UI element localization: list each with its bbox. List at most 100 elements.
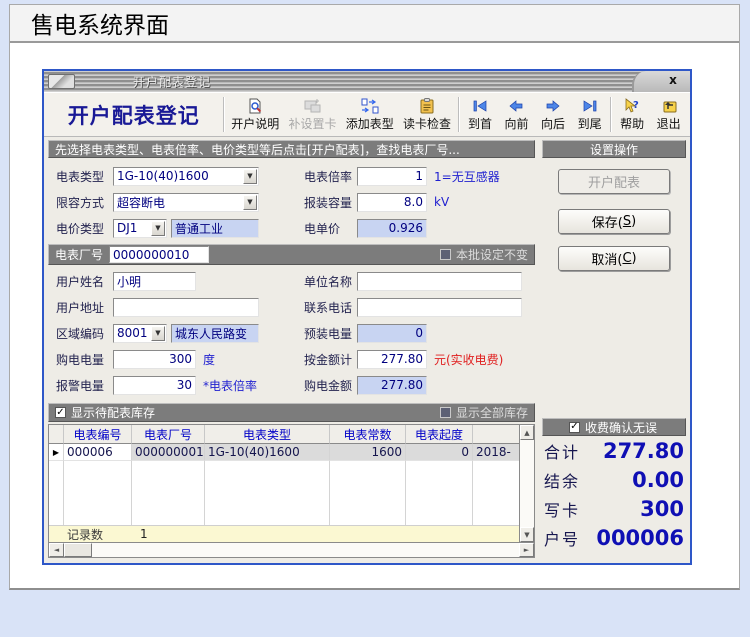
cell-meter-id: 000006 [64, 444, 132, 461]
price-type-desc: 普通工业 [171, 219, 259, 238]
chevron-down-icon[interactable]: ▼ [243, 195, 257, 210]
table-header-meter-id[interactable]: 电表编号 [64, 425, 132, 444]
clipboard-icon [418, 98, 436, 114]
cell-factory-no: 0000000010 [132, 444, 205, 461]
limit-mode-select[interactable]: 超容断电 ▼ [113, 193, 259, 212]
go-previous-button[interactable]: 向前 [498, 94, 535, 135]
vertical-scrollbar[interactable]: ▲ ▼ [519, 425, 534, 542]
save-button-label-post: ) [631, 214, 636, 229]
scroll-left-icon[interactable]: ◄ [49, 543, 64, 557]
vertical-scroll-track[interactable] [520, 440, 534, 527]
chevron-down-icon[interactable]: ▼ [151, 221, 165, 236]
fee-confirm-checkbox[interactable]: ✓ [569, 422, 580, 433]
cell-start: 0 [406, 444, 473, 461]
save-button[interactable]: 保存(S) [558, 209, 670, 234]
go-last-button[interactable]: 到尾 [571, 94, 608, 135]
form-row-alarm-qty: 报警电量 30 *电表倍率 购电金额 277.80 [48, 372, 535, 398]
user-name-input[interactable]: 小明 [113, 272, 196, 291]
help-icon: ? [623, 98, 641, 114]
scroll-down-icon[interactable]: ▼ [520, 527, 534, 542]
show-pending-label: 显示待配表库存 [71, 404, 155, 421]
toolbar-button-label: 读卡检查 [403, 115, 451, 132]
table-header-type[interactable]: 电表类型 [205, 425, 330, 444]
table-header-start[interactable]: 电表起度 [406, 425, 473, 444]
batch-fixed-label: 本批设定不变 [456, 246, 528, 263]
open-instructions-button[interactable]: 开户说明 [227, 94, 284, 135]
summary-row-account-no: 户号 000006 [542, 523, 686, 552]
user-addr-input[interactable] [113, 298, 259, 317]
arrow-left-icon [507, 98, 525, 114]
add-meter-type-button[interactable]: 添加表型 [341, 94, 398, 135]
limit-mode-label: 限容方式 [56, 194, 113, 211]
dialog-content: 先选择电表类型、电表倍率、电价类型等后点击[开户配表]，查找电表厂号... 电表… [44, 137, 690, 562]
meter-type-value: 1G-10(40)1600 [117, 169, 209, 183]
help-button[interactable]: ? 帮助 [614, 94, 651, 135]
save-button-key: S [623, 214, 631, 229]
meter-no-input[interactable]: 0000000010 [109, 246, 209, 263]
phone-input[interactable] [357, 298, 522, 317]
read-card-check-button[interactable]: 读卡检查 [398, 94, 455, 135]
arrow-right-icon [544, 98, 562, 114]
purchase-qty-input[interactable]: 300 [113, 350, 196, 369]
area-code-select[interactable]: 8001 ▼ [113, 324, 167, 343]
price-type-label: 电价类型 [56, 220, 113, 237]
unit-name-input[interactable] [357, 272, 522, 291]
meter-no-bar: 电表厂号 0000000010 本批设定不变 [48, 244, 535, 265]
chevron-down-icon[interactable]: ▼ [151, 326, 165, 341]
instruction-bar: 先选择电表类型、电表倍率、电价类型等后点击[开户配表]，查找电表厂号... [48, 140, 535, 158]
form-row-price-type: 电价类型 DJ1 ▼ 普通工业 电单价 0.926 [48, 215, 535, 241]
table-header-constant[interactable]: 电表常数 [330, 425, 406, 444]
toolbar-separator [458, 97, 460, 132]
toolbar-button-label: 向前 [504, 115, 528, 132]
show-pending-checkbox[interactable]: ✓ [55, 407, 66, 418]
go-next-button[interactable]: 向后 [535, 94, 572, 135]
window-logo-icon [48, 74, 75, 89]
chevron-down-icon[interactable]: ▼ [243, 169, 257, 184]
cancel-button[interactable]: 取消(C) [558, 246, 670, 271]
alarm-qty-input[interactable]: 30 [113, 376, 196, 395]
table-header-factory-no[interactable]: 电表厂号 [132, 425, 205, 444]
scroll-up-icon[interactable]: ▲ [520, 425, 534, 440]
doc-search-icon [246, 98, 264, 114]
by-amount-label: 按金额计 [304, 351, 357, 368]
table-row[interactable]: ▶ 000006 0000000010 1G-10(40)1600 1600 0… [49, 444, 519, 461]
meter-type-select[interactable]: 1G-10(40)1600 ▼ [113, 167, 259, 186]
close-button[interactable]: x [665, 73, 681, 87]
arrow-first-icon [471, 98, 489, 114]
fee-confirm-bar: ✓ 收费确认无误 [542, 418, 686, 436]
arrow-last-icon [581, 98, 599, 114]
cell-type: 1G-10(40)1600 [205, 444, 330, 461]
window-title: 开户配表登记 [133, 73, 211, 90]
capacity-label: 报装容量 [304, 194, 357, 211]
scroll-right-icon[interactable]: ► [519, 543, 534, 557]
svg-text:?: ? [633, 100, 639, 111]
account-no-value: 000006 [596, 526, 684, 550]
show-all-checkbox[interactable] [440, 407, 451, 418]
toolbar-button-label: 向后 [541, 115, 565, 132]
horizontal-scrollbar[interactable]: ◄ ► [48, 543, 535, 558]
price-type-select[interactable]: DJ1 ▼ [113, 219, 167, 238]
price-type-value: DJ1 [117, 221, 137, 235]
form-row-area-code: 区域编码 8001 ▼ 城东人民路变 预装电量 0 [48, 320, 535, 346]
table-header-indicator [49, 425, 64, 444]
show-all-label: 显示全部库存 [456, 404, 528, 421]
batch-fixed-checkbox[interactable] [440, 249, 451, 260]
cancel-button-key: C [622, 251, 631, 266]
horizontal-scroll-track[interactable] [92, 543, 519, 557]
capacity-hint: kV [434, 195, 449, 209]
limit-mode-value: 超容断电 [117, 194, 165, 211]
go-first-button[interactable]: 到首 [462, 94, 499, 135]
toolbar-button-label: 到尾 [578, 115, 602, 132]
toolbar-separator [223, 97, 225, 132]
purchase-qty-label: 购电电量 [56, 351, 113, 368]
by-amount-input[interactable]: 277.80 [357, 350, 427, 369]
purchase-qty-hint: 度 [203, 351, 215, 368]
inventory-bar: ✓ 显示待配表库存 显示全部库存 [48, 403, 535, 422]
summary-row-balance: 结余 0.00 [542, 465, 686, 494]
horizontal-scroll-thumb[interactable] [64, 543, 92, 557]
capacity-input[interactable]: 8.0 [357, 193, 427, 212]
page-card: 售电系统界面 开户配表登记 x 开户配表登记 开户说明 [9, 4, 740, 590]
exit-button[interactable]: 退出 [650, 94, 687, 135]
unit-price-label: 电单价 [304, 220, 357, 237]
meter-ratio-input[interactable]: 1 [357, 167, 427, 186]
